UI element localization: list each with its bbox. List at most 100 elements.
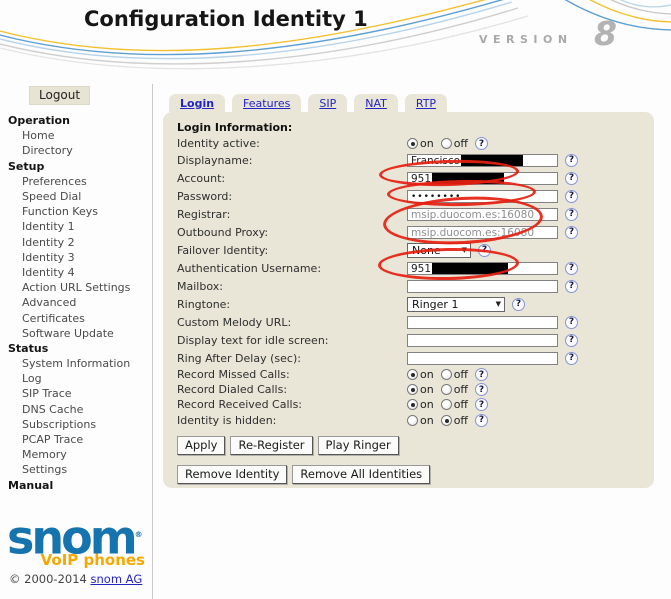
field-label: Record Received Calls: [177,398,407,411]
tab-nat[interactable]: NAT [354,94,398,112]
tab-sip[interactable]: SIP [308,94,347,112]
sidebar-item-identity-2[interactable]: Identity 2 [0,235,152,250]
field-label: Record Dialed Calls: [177,383,407,396]
sidebar-item-speed-dial[interactable]: Speed Dial [0,189,152,204]
snom-logo: snom® VoIP phones [7,514,147,569]
nav-section-status: Status [0,341,152,356]
help-icon[interactable]: ? [475,383,488,396]
password-input[interactable]: •••••••• [407,190,558,203]
tab-features[interactable]: Features [232,94,301,112]
ringtone-select[interactable]: Ringer 1▼ [407,297,505,312]
field-label: Identity active: [177,137,407,150]
chevron-down-icon: ▼ [459,246,470,254]
radio-off[interactable] [441,138,452,149]
authentication-username-input[interactable]: 951 [407,262,558,275]
help-icon[interactable]: ? [565,226,578,239]
sidebar-item-identity-3[interactable]: Identity 3 [0,250,152,265]
remove-all-identities-button[interactable]: Remove All Identities [292,465,430,484]
sidebar-item-software-update[interactable]: Software Update [0,326,152,341]
field-label: Custom Melody URL: [177,316,407,329]
help-icon[interactable]: ? [565,190,578,203]
help-icon[interactable]: ? [478,244,491,257]
remove-identity-button[interactable]: Remove Identity [177,465,287,484]
account-input[interactable]: 951 [407,172,558,185]
help-icon[interactable]: ? [475,137,488,150]
row-identity-active: Identity active: on off ? [177,136,654,151]
copyright: © 2000-2014 snom AG [9,572,142,586]
redaction-bar [461,155,523,166]
row-account: Account: 951 ? [177,169,654,187]
radio-on[interactable] [407,384,418,395]
help-icon[interactable]: ? [565,334,578,347]
row-record-dialed: Record Dialed Calls: on off ? [177,382,654,397]
version-number: 8 [594,14,617,53]
help-icon[interactable]: ? [565,316,578,329]
radio-on[interactable] [407,399,418,410]
nav-section-manual[interactable]: Manual [0,478,152,493]
display-text-idle-input[interactable] [407,334,558,347]
failover-identity-select[interactable]: None▼ [407,243,471,258]
nav-section-setup: Setup [0,159,152,174]
tab-rtp[interactable]: RTP [405,94,447,112]
radio-on[interactable] [407,138,418,149]
sidebar-item-sip-trace[interactable]: SIP Trace [0,386,152,401]
row-identity-hidden: Identity is hidden: on off ? [177,413,654,428]
registrar-input[interactable]: msip.duocom.es:16080 [407,208,558,221]
radio-off[interactable] [441,399,452,410]
action-buttons: Apply Re-Register Play Ringer [177,436,654,455]
help-icon[interactable]: ? [565,280,578,293]
re-register-button[interactable]: Re-Register [230,436,312,455]
sidebar-item-identity-4[interactable]: Identity 4 [0,265,152,280]
sidebar-item-system-information[interactable]: System Information [0,356,152,371]
help-icon[interactable]: ? [565,172,578,185]
copyright-text: © 2000-2014 [9,572,87,586]
help-icon[interactable]: ? [475,414,488,427]
ring-after-delay-input[interactable] [407,352,558,365]
help-icon[interactable]: ? [565,208,578,221]
help-icon[interactable]: ? [475,368,488,381]
sidebar-item-preferences[interactable]: Preferences [0,174,152,189]
copyright-link[interactable]: snom AG [91,572,143,586]
radio-on[interactable] [407,415,418,426]
radio-off[interactable] [441,384,452,395]
displayname-input[interactable]: Francisco [407,154,558,167]
apply-button[interactable]: Apply [177,436,225,455]
sidebar-item-home[interactable]: Home [0,128,152,143]
outbound-proxy-input[interactable]: msip.duocom.es:16080 [407,226,558,239]
version-label: VERSION [479,33,573,46]
help-icon[interactable]: ? [565,352,578,365]
sidebar-item-dns-cache[interactable]: DNS Cache [0,402,152,417]
sidebar-item-memory[interactable]: Memory [0,447,152,462]
mailbox-input[interactable] [407,280,558,293]
row-displayname: Displayname: Francisco ? [177,151,654,169]
radio-on[interactable] [407,369,418,380]
play-ringer-button[interactable]: Play Ringer [318,436,399,455]
sidebar-item-subscriptions[interactable]: Subscriptions [0,417,152,432]
field-label: Display text for idle screen: [177,334,407,347]
help-icon[interactable]: ? [512,298,525,311]
nav-section-operation: Operation [0,113,152,128]
help-icon[interactable]: ? [565,262,578,275]
radio-off[interactable] [441,369,452,380]
sidebar-item-advanced[interactable]: Advanced [0,295,152,310]
remove-buttons: Remove Identity Remove All Identities [177,465,654,484]
help-icon[interactable]: ? [565,154,578,167]
sidebar-item-directory[interactable]: Directory [0,143,152,158]
row-ring-after-delay: Ring After Delay (sec): ? [177,349,654,367]
sidebar-item-settings[interactable]: Settings [0,462,152,477]
field-label: Failover Identity: [177,244,407,257]
sidebar-item-log[interactable]: Log [0,371,152,386]
sidebar-nav: Operation Home Directory Setup Preferenc… [0,113,152,493]
tab-login[interactable]: Login [169,94,225,112]
sidebar-item-certificates[interactable]: Certificates [0,310,152,325]
field-label: Mailbox: [177,280,407,293]
custom-melody-url-input[interactable] [407,316,558,329]
field-label: Password: [177,190,407,203]
sidebar-item-pcap-trace[interactable]: PCAP Trace [0,432,152,447]
help-icon[interactable]: ? [475,398,488,411]
sidebar-item-action-url-settings[interactable]: Action URL Settings [0,280,152,295]
radio-off[interactable] [441,415,452,426]
sidebar-item-function-keys[interactable]: Function Keys [0,204,152,219]
logout-button[interactable]: Logout [29,86,90,105]
sidebar-item-identity-1[interactable]: Identity 1 [0,219,152,234]
